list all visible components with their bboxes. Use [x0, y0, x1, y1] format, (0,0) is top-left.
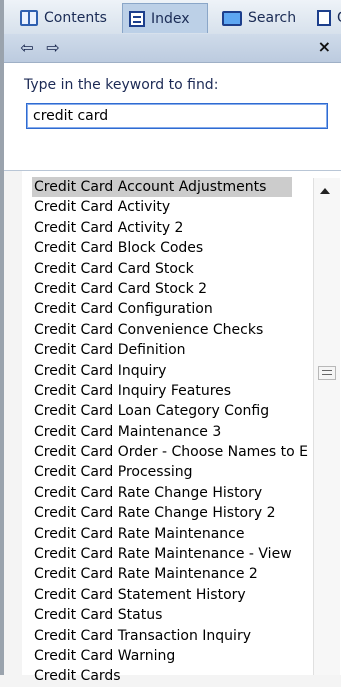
list-item[interactable]: Credit Card Rate Change History 2: [32, 503, 292, 523]
nav-toolbar: ⇦ ⇨ ×: [4, 34, 341, 63]
list-item[interactable]: Credit Card Inquiry Features: [32, 381, 292, 401]
scrollbar[interactable]: [313, 178, 340, 675]
list-item[interactable]: Credit Card Status: [32, 605, 292, 625]
tab-index[interactable]: Index: [122, 3, 208, 33]
back-arrow-icon[interactable]: ⇦: [16, 38, 38, 58]
forward-arrow-icon[interactable]: ⇨: [42, 38, 64, 58]
list-item[interactable]: Credit Card Rate Maintenance 2: [32, 564, 292, 584]
list-item[interactable]: Credit Card Configuration: [32, 299, 292, 319]
list-item[interactable]: Credit Cards: [32, 666, 292, 686]
list-item[interactable]: Credit Card Rate Maintenance: [32, 524, 292, 544]
list-item[interactable]: Credit Card Inquiry: [32, 361, 292, 381]
scroll-thumb[interactable]: [318, 366, 336, 380]
keyword-search-panel: Type in the keyword to find:: [4, 63, 341, 171]
close-icon[interactable]: ×: [318, 37, 331, 56]
list-item[interactable]: Credit Card Account Adjustments: [32, 177, 292, 198]
list-item[interactable]: Credit Card Definition: [32, 340, 292, 360]
tab-bar: Contents Index Search G: [4, 0, 341, 35]
list-item[interactable]: Credit Card Statement History: [32, 585, 292, 605]
list-item[interactable]: Credit Card Processing: [32, 462, 292, 482]
list-item[interactable]: Credit Card Order - Choose Names to E: [32, 442, 308, 462]
list-item[interactable]: Credit Card Activity: [32, 197, 292, 217]
tab-search-label: Search: [248, 10, 297, 26]
index-list: Credit Card Account Adjustments Credit Ca…: [32, 171, 308, 687]
list-item[interactable]: Credit Card Block Codes: [32, 238, 292, 258]
tab-index-label: Index: [151, 10, 190, 27]
tab-glossary[interactable]: G: [311, 3, 341, 33]
tab-contents[interactable]: Contents: [14, 3, 113, 33]
help-panel: Contents Index Search G ⇦ ⇨ × Type in th…: [0, 0, 341, 684]
index-list-area: Credit Card Account Adjustments Credit Ca…: [22, 171, 341, 684]
list-item[interactable]: Credit Card Rate Change History: [32, 483, 292, 503]
list-item[interactable]: Credit Card Rate Maintenance - View: [32, 544, 292, 564]
list-item[interactable]: Credit Card Card Stock 2: [32, 279, 292, 299]
list-item[interactable]: Credit Card Convenience Checks: [32, 320, 292, 340]
list-item[interactable]: Credit Card Loan Category Config: [32, 401, 292, 421]
search-icon: [222, 10, 242, 26]
index-icon: [129, 10, 145, 27]
list-item[interactable]: Credit Card Transaction Inquiry: [32, 626, 292, 646]
tab-contents-label: Contents: [44, 10, 107, 26]
scroll-up-icon[interactable]: [320, 188, 330, 194]
tab-search[interactable]: Search: [216, 3, 302, 33]
book-icon: [20, 10, 38, 26]
list-item[interactable]: Credit Card Warning: [32, 646, 292, 666]
glossary-icon: [317, 10, 331, 26]
keyword-input[interactable]: [26, 103, 328, 129]
keyword-prompt: Type in the keyword to find:: [24, 77, 219, 93]
list-item[interactable]: Credit Card Activity 2: [32, 218, 292, 238]
tab-glossary-label: G: [337, 10, 341, 26]
list-item[interactable]: Credit Card Maintenance 3: [32, 422, 292, 442]
list-item[interactable]: Credit Card Card Stock: [32, 259, 292, 279]
